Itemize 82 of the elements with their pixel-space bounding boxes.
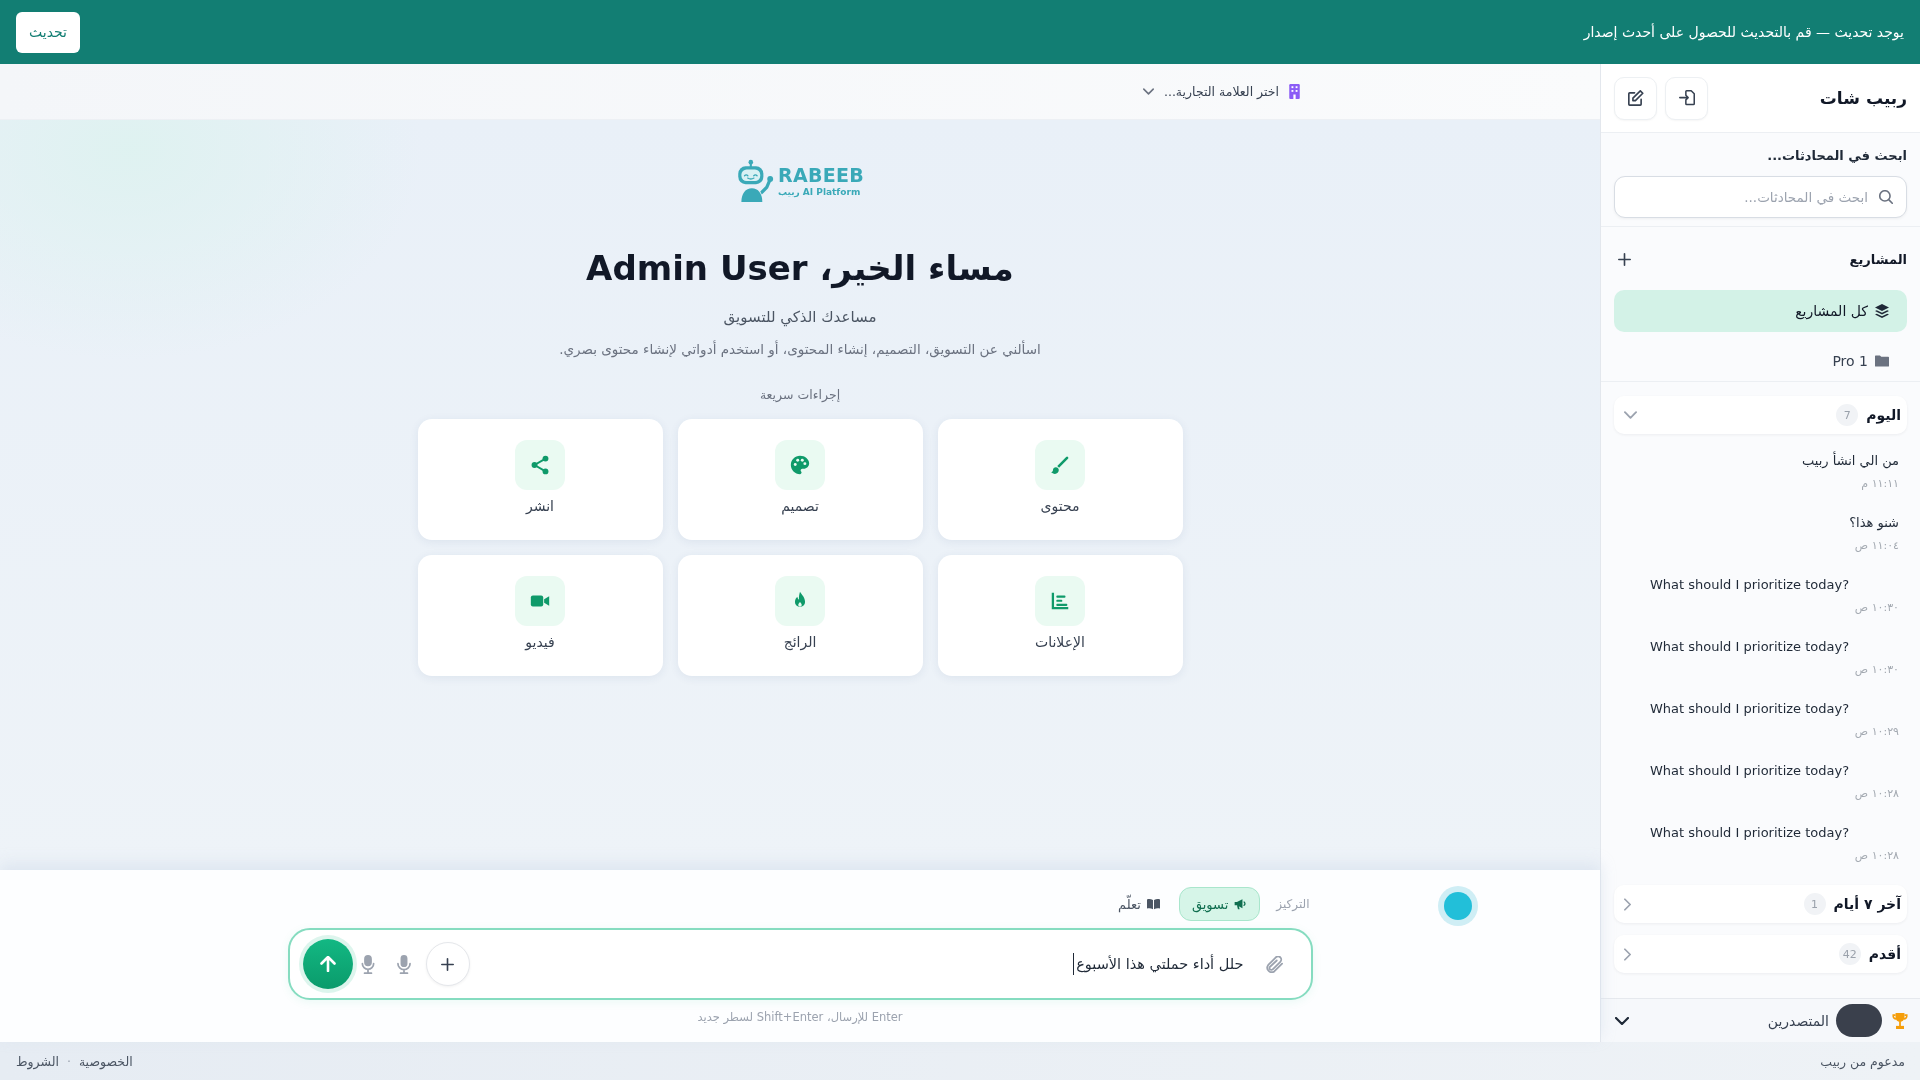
chat-time: ١٠:٢٨ ص: [1854, 787, 1899, 800]
share-icon: [515, 440, 565, 490]
quick-action-card[interactable]: الرائج: [677, 555, 923, 676]
count-badge: 1: [1803, 893, 1826, 915]
quick-action-card[interactable]: فيديو: [417, 555, 663, 676]
powered-by-text: مدعوم من ربيب: [1820, 1053, 1905, 1069]
paperclip-icon: [1265, 955, 1283, 973]
chat-time: ١٠:٣٠ ص: [1854, 663, 1899, 676]
focus-label: التركيز: [1276, 897, 1310, 911]
chat-title[interactable]: What should I prioritize today?: [1650, 825, 1850, 840]
logo-tagline: ربيب AI Platform: [777, 185, 861, 198]
chevron-down-icon[interactable]: [1615, 1016, 1629, 1025]
chat-title[interactable]: What should I prioritize today?: [1650, 639, 1850, 654]
quick-action-card[interactable]: تصميم: [677, 419, 923, 540]
chat-title[interactable]: What should I prioritize today?: [1650, 701, 1850, 716]
microphone-icon: [396, 954, 411, 974]
robot-mascot-icon: [735, 159, 774, 203]
footer-link[interactable]: الشروط: [16, 1053, 59, 1069]
assistant-subtitle: مساعدك الذكي للتسويق: [723, 307, 877, 328]
logo-wordmark: RABEEB: [777, 164, 865, 186]
quick-action-card[interactable]: انشر: [417, 419, 663, 540]
folder-icon: [1875, 354, 1889, 368]
orb-icon: [1438, 886, 1478, 926]
greeting-heading: مساء الخير، Admin User: [586, 247, 1014, 291]
edit-icon: [1627, 90, 1644, 106]
text-cursor-icon: [1072, 953, 1075, 975]
chat-time: ١١:٠٤ ص: [1854, 539, 1899, 552]
chat-time: ١٠:٢٩ ص: [1854, 725, 1899, 738]
attach-button[interactable]: [1265, 955, 1283, 973]
brand-selector[interactable]: اختر العلامة التجارية...: [1142, 84, 1300, 99]
chat-title[interactable]: شنو هذا؟: [1849, 515, 1899, 530]
video-camera-icon: [515, 576, 565, 626]
message-input[interactable]: حلل أداء حملتي هذا الأسبوع: [481, 944, 1244, 984]
chat-title[interactable]: What should I prioritize today?: [1650, 577, 1850, 592]
trophy-icon: [1892, 1012, 1908, 1029]
megaphone-icon: [1234, 898, 1248, 910]
project-item[interactable]: كل المشاريع: [1614, 290, 1907, 332]
update-button[interactable]: تحديث: [16, 11, 80, 53]
arrow-up-icon: [319, 956, 336, 972]
brush-icon: [1035, 440, 1085, 490]
chat-title[interactable]: What should I prioritize today?: [1650, 763, 1850, 778]
chart-icon: [1035, 576, 1085, 626]
count-badge: 7: [1836, 404, 1859, 426]
quick-actions-heading: إجراءات سريعة: [759, 386, 841, 404]
import-button[interactable]: [1665, 76, 1708, 120]
search-field[interactable]: ابحث في المحادثات...: [1614, 176, 1907, 218]
microphone-button[interactable]: [360, 954, 375, 974]
count-badge: 42: [1838, 943, 1861, 965]
add-button[interactable]: [425, 942, 470, 986]
leaderboard-title[interactable]: المتصدرين: [1767, 1012, 1829, 1029]
sidebar-title: ربيب شات: [1819, 88, 1907, 108]
chevron-down-icon: [1142, 88, 1154, 95]
edit-button[interactable]: [1614, 76, 1657, 120]
plus-icon: [441, 957, 454, 971]
chat-time: ١٠:٢٨ ص: [1854, 849, 1899, 862]
send-button[interactable]: [302, 939, 353, 989]
quick-action-card[interactable]: محتوى: [937, 419, 1183, 540]
update-message: يوجد تحديث — قم بالتحديث للحصول على أحدث إصدار: [1583, 24, 1904, 40]
palette-icon: [775, 440, 825, 490]
project-item[interactable]: Pro 1: [1614, 340, 1907, 382]
microphone-icon: [360, 954, 375, 974]
chat-time: ١١:١١ م: [1861, 477, 1899, 490]
mode-chip[interactable]: تسويق: [1178, 887, 1261, 921]
plus-icon: [1618, 252, 1631, 266]
chat-title[interactable]: من الي انشأ ربيب: [1801, 453, 1899, 468]
footer-separator: ·: [66, 1053, 71, 1069]
fire-icon: [775, 576, 825, 626]
chat-time: ١٠:٣٠ ص: [1854, 601, 1899, 614]
file-import-icon: [1678, 90, 1695, 106]
quick-action-card[interactable]: الإعلانات: [937, 555, 1183, 676]
layers-icon: [1875, 304, 1889, 318]
search-label: ابحث في المحادثات...: [1767, 147, 1907, 165]
intro-text: اسألني عن التسويق، التصميم، إنشاء المحتوى، أو استخدم أدواتي لإنشاء محتوى بصري.: [559, 339, 1041, 360]
shortcut-hint: Enter للإرسال، Shift+Enter لسطر جديد: [697, 1010, 903, 1024]
floating-pill-icon: [1836, 1004, 1882, 1037]
building-icon: [1289, 84, 1300, 99]
book-icon: [1146, 898, 1160, 910]
footer-link[interactable]: الخصوصية: [78, 1053, 133, 1069]
microphone-button[interactable]: [396, 954, 411, 974]
projects-heading: المشاريع: [1849, 251, 1907, 267]
mode-chip[interactable]: تعلّم: [1111, 887, 1167, 921]
search-icon: [1879, 190, 1893, 204]
